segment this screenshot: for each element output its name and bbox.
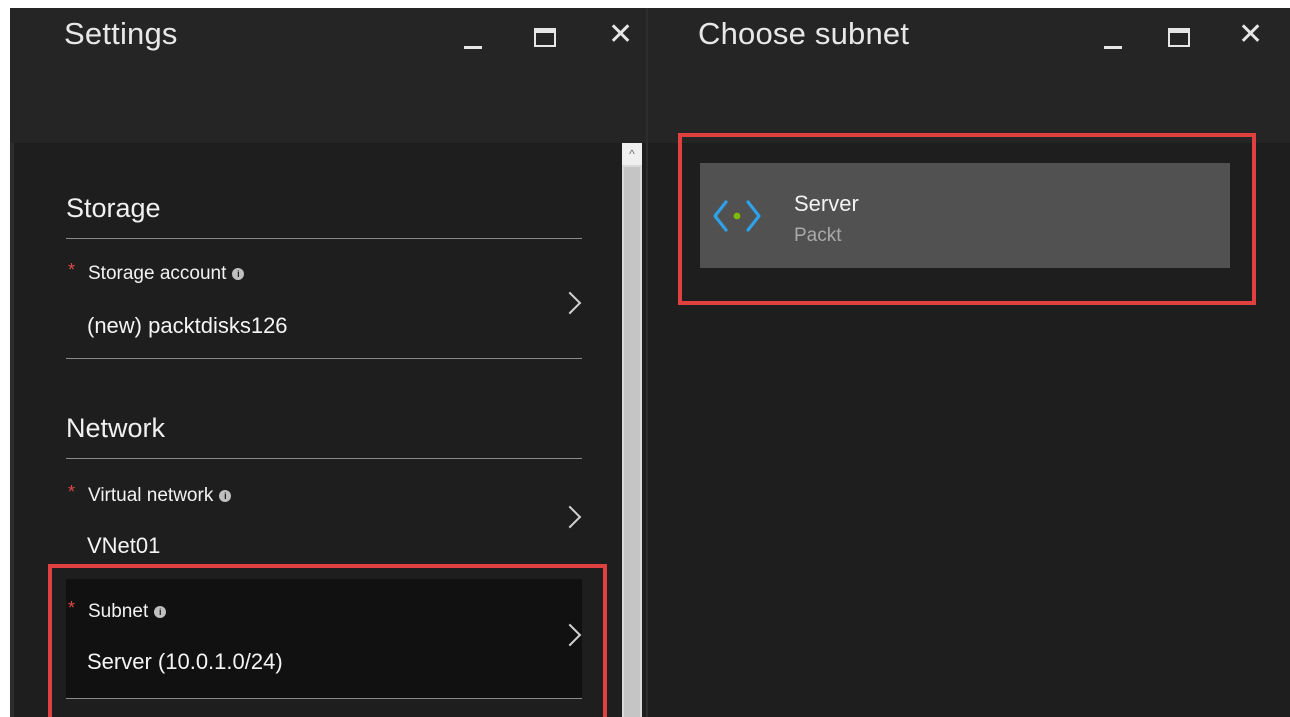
scroll-thumb[interactable] [624,167,640,717]
close-icon: ✕ [1238,18,1264,51]
network-section-title: Network [66,413,166,443]
settings-blade: Settings ✕ Storage * Storage account i (… [10,8,646,717]
chevron-right-icon [558,291,582,315]
maximize-icon [534,28,556,47]
storage-account-field[interactable]: * Storage account i (new) packtdisks126 [66,260,582,358]
info-icon[interactable]: i [219,490,232,502]
scroll-up-icon[interactable]: ^ [622,143,642,165]
left-edge [10,143,14,717]
minimize-button[interactable] [460,22,484,52]
maximize-button[interactable] [1166,22,1192,52]
required-marker: * [68,260,76,280]
choose-subnet-blade: Choose subnet ✕ Server Packt [648,8,1290,717]
storage-divider [66,238,582,239]
close-icon: ✕ [608,18,634,51]
storage-account-divider [66,358,582,359]
subnet-highlight [48,564,607,717]
settings-scrollbar[interactable]: ^ [622,143,642,717]
storage-account-label: Storage account i [88,263,245,285]
maximize-button[interactable] [532,22,558,52]
network-divider [66,458,582,459]
choose-subnet-header: Choose subnet ✕ [648,8,1290,143]
settings-blade-header: Settings ✕ [10,8,646,143]
minimize-icon [464,46,482,49]
info-icon[interactable]: i [232,268,245,280]
choose-subnet-title: Choose subnet [698,16,910,51]
close-button[interactable]: ✕ [1234,18,1264,52]
settings-blade-title: Settings [64,16,178,51]
close-button[interactable]: ✕ [604,18,634,52]
subnet-card-highlight [678,133,1256,305]
chevron-right-icon [558,505,582,529]
portal-stage: Settings ✕ Storage * Storage account i (… [10,8,1290,717]
minimize-icon [1104,46,1122,49]
minimize-button[interactable] [1100,22,1124,52]
required-marker: * [68,482,76,502]
storage-account-value: (new) packtdisks126 [87,313,288,338]
virtual-network-label: Virtual network i [88,485,232,507]
storage-section-title: Storage [66,193,161,223]
storage-account-label-text: Storage account [88,263,227,284]
virtual-network-label-text: Virtual network [88,485,214,506]
virtual-network-field[interactable]: * Virtual network i VNet01 [66,482,582,575]
maximize-icon [1168,28,1190,47]
virtual-network-value: VNet01 [87,533,161,558]
